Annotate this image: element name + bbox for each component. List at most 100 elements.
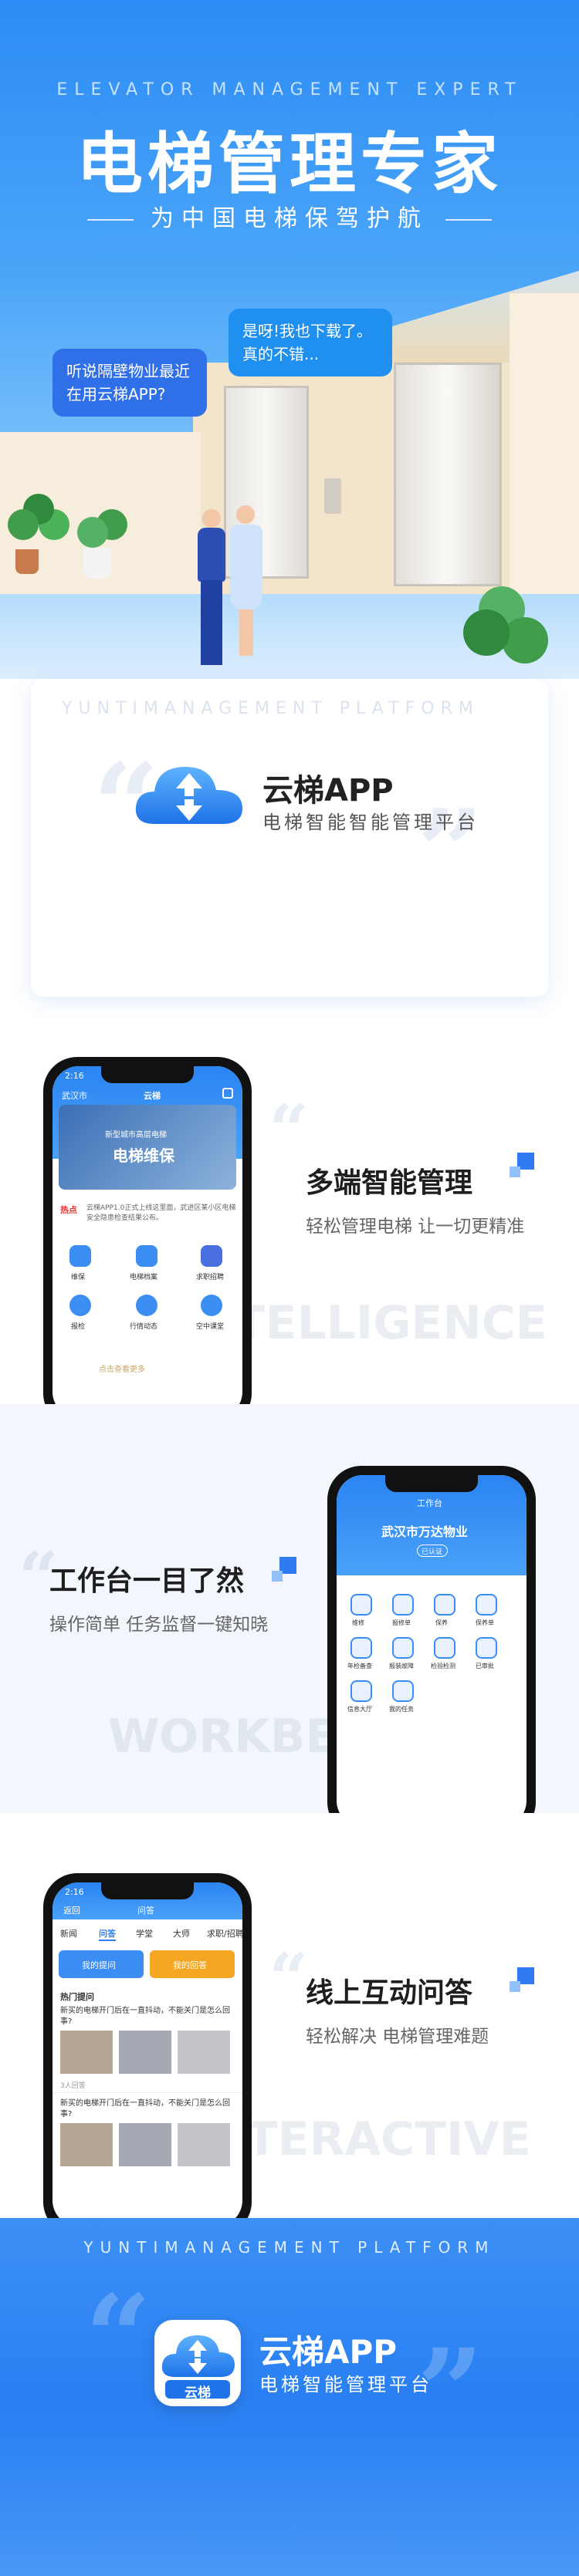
f2-badge-text: 已认证	[422, 1548, 443, 1556]
f1-banner[interactable]: 新型城市高层电梯 电梯维保	[59, 1105, 236, 1190]
f3-tab-3[interactable]: 大师	[173, 1927, 190, 1940]
elevator-call-panel	[324, 478, 341, 514]
person-man-body	[198, 528, 225, 582]
feature2-title: 工作台一目了然	[49, 1565, 245, 1597]
f3-question-1[interactable]: 新买的电梯开门后在一直抖动，不能关门是怎么回事?	[60, 2006, 235, 2027]
brand-app-name: 云梯APP	[262, 773, 394, 809]
footer-banner: YUNTIMANAGEMENT PLATFORM “ ” 云梯 云梯APP 电梯…	[0, 2218, 579, 2576]
f2-icon-label-6: 检验检测	[431, 1663, 455, 1670]
repair-icon[interactable]	[350, 1594, 372, 1615]
upkeep-icon[interactable]	[434, 1594, 455, 1615]
f2-icon-label-1: 报修单	[392, 1619, 411, 1626]
recruitment-icon[interactable]	[201, 1245, 222, 1267]
f1-news-tag: 热点	[60, 1202, 83, 1216]
f2-icon-label-4: 年检备查	[347, 1663, 372, 1670]
feature1-screen: 2:16 武汉市 云梯 新型城市高层电梯 电梯维保 热点 云梯APP1.0正式上…	[52, 1066, 242, 1418]
f3-question-2[interactable]: 新买的电梯开门后在一直抖动，不能关门是怎么回事?	[60, 2098, 235, 2120]
plant-left-icon	[8, 509, 39, 540]
f3-square-small-icon	[510, 1981, 520, 1992]
fault-report-icon[interactable]	[392, 1637, 414, 1659]
f1-time: 2:16	[65, 1071, 84, 1081]
brand-app-tagline: 电梯智能智能管理平台	[262, 812, 479, 833]
f1-city-select[interactable]: 武汉市	[62, 1089, 87, 1102]
f1-icon-grid: 维保 电梯档案 求职招聘 报检 行情动态 空中课堂	[52, 1241, 242, 1349]
feature3-title: 线上互动问答	[306, 1977, 473, 2009]
f1-icon-label-4: 行情动态	[130, 1323, 158, 1331]
annual-check-icon[interactable]	[350, 1637, 372, 1659]
f3-ask-button[interactable]: 我的提问	[59, 1950, 144, 1978]
f1-icon-label-5: 空中课堂	[196, 1323, 225, 1331]
repair-order-icon[interactable]	[392, 1594, 414, 1615]
f2-icon-label-7: 已审批	[476, 1663, 494, 1670]
f3-header-title: 问答	[137, 1906, 154, 1916]
f3-ask-label: 我的提问	[82, 1960, 116, 1970]
person-woman-icon	[236, 505, 255, 524]
feature3-section: INTERACTIVE 2:16 返回 问答 新闻 问答 学堂 大师 求职/招聘…	[0, 1813, 579, 2236]
brand-card: YUNTIMANAGEMENT PLATFORM “ ” 云梯APP 电梯智能智…	[31, 679, 548, 997]
person-man-icon	[202, 509, 221, 528]
person-woman-legs	[239, 609, 253, 656]
f3-divider	[52, 2092, 242, 2093]
f1-banner-main: 电梯维保	[113, 1146, 174, 1165]
pot-center	[83, 548, 111, 579]
person-woman-dress	[230, 525, 262, 609]
f3-q1-image-1	[60, 2031, 113, 2074]
elevator-archive-icon[interactable]	[136, 1245, 157, 1267]
f1-footer-text[interactable]: 点击查看更多	[99, 1362, 145, 1374]
feature2-subtitle: 操作简单 任务监督一键知晓	[49, 1615, 269, 1635]
footer-en: YUNTIMANAGEMENT PLATFORM	[83, 2238, 496, 2257]
f3-q2-image-1	[60, 2123, 113, 2166]
plant-right-icon	[463, 609, 510, 656]
approved-icon[interactable]	[476, 1637, 497, 1659]
info-hall-icon[interactable]	[350, 1680, 372, 1702]
f1-icon-label-3: 报检	[71, 1323, 86, 1331]
f3-tab-0[interactable]: 新闻	[60, 1927, 77, 1940]
hero-en-title: ELEVATOR MANAGEMENT EXPERT	[56, 80, 523, 100]
feature1-phone: 2:16 武汉市 云梯 新型城市高层电梯 电梯维保 热点 云梯APP1.0正式上…	[43, 1057, 252, 1427]
f3-q1-image-2	[119, 2031, 171, 2074]
f1-news-tag-text: 热点	[60, 1205, 77, 1215]
inspection-icon[interactable]	[69, 1295, 91, 1316]
f2-square-small-icon	[272, 1571, 283, 1582]
f3-tab-4[interactable]: 求职/招聘	[207, 1927, 242, 1940]
f1-icon-label-0: 维保	[71, 1274, 86, 1281]
phone-notch	[385, 1475, 478, 1492]
online-class-icon[interactable]	[201, 1295, 222, 1316]
f2-icon-label-8: 信息大厅	[347, 1706, 372, 1713]
hero-subtitle-text: 为中国电梯保驾护航	[151, 205, 428, 232]
person-man-legs	[201, 580, 222, 665]
f3-answer-button[interactable]: 我的回答	[150, 1950, 235, 1978]
f3-tab-2[interactable]: 学堂	[136, 1927, 153, 1940]
f3-tab-1[interactable]: 问答	[99, 1927, 116, 1940]
brand-watermark: YUNTIMANAGEMENT PLATFORM	[62, 699, 479, 718]
upkeep-order-icon[interactable]	[476, 1594, 497, 1615]
speech-bubble-right: 是呀!我也下载了。真的不错...	[229, 309, 392, 376]
phone-notch	[101, 1882, 194, 1899]
f2-icon-label-9: 我的任务	[389, 1706, 414, 1713]
f1-news-text[interactable]: 云梯APP1.0正式上线这里面，武进区某小区电梯安全隐患检查结果公布。	[86, 1204, 238, 1224]
maintenance-icon[interactable]	[69, 1245, 91, 1267]
app-icon-label: 云梯	[185, 2385, 211, 2401]
f2-icon-label-5: 报装故障	[389, 1663, 414, 1670]
f1-icon-label-2: 求职招聘	[196, 1274, 225, 1281]
hero-banner: ELEVATOR MANAGEMENT EXPERT 电梯管理专家 为中国电梯保…	[0, 0, 579, 679]
my-tasks-icon[interactable]	[392, 1680, 414, 1702]
testing-icon[interactable]	[434, 1637, 455, 1659]
f1-scan-icon[interactable]	[222, 1088, 233, 1099]
f2-header-title: 工作台	[417, 1498, 442, 1508]
f1-icon-label-1: 电梯档案	[130, 1274, 158, 1281]
feature2-screen: 工作台 武汉市万达物业 已认证 维修 报修单 保养 保养单 年检备查 报装故障 …	[337, 1475, 527, 1827]
app-icon[interactable]: 云梯	[154, 2320, 241, 2406]
footer-quote-open-icon: “	[85, 2270, 152, 2406]
footer-tagline: 电梯智能管理平台	[259, 2374, 432, 2395]
news-trend-icon[interactable]	[136, 1295, 157, 1316]
f3-back-button[interactable]: 返回	[63, 1904, 80, 1916]
plant-center-icon	[77, 517, 108, 548]
phone-notch	[101, 1066, 194, 1083]
f3-quote-icon: “	[269, 1938, 309, 2020]
feature3-phone: 2:16 返回 问答 新闻 问答 学堂 大师 求职/招聘 我的提问 我的回答 热…	[43, 1873, 252, 2236]
f1-quote-icon: “	[269, 1089, 309, 1171]
f3-q1-image-3	[178, 2031, 230, 2074]
f1-app-title: 云梯	[144, 1091, 161, 1101]
footer-app-name: 云梯APP	[259, 2333, 398, 2371]
